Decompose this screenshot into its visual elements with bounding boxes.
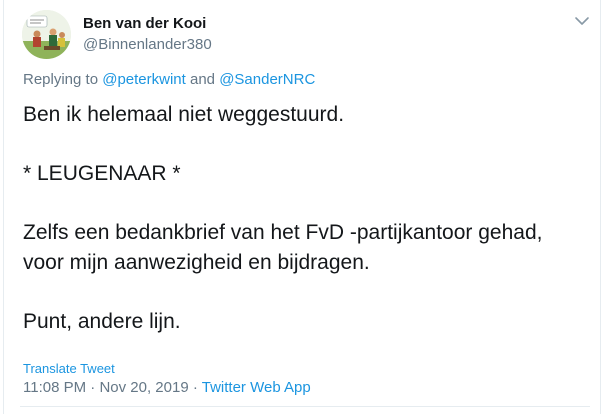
reply-mention-1[interactable]: @peterkwint [102,71,186,88]
author-name[interactable]: Ben van der Kooi [83,15,206,32]
author-handle[interactable]: @Binnenlander380 [83,36,212,53]
tweet-time[interactable]: 11:08 PM [23,379,86,396]
translate-tweet-link[interactable]: Translate Tweet [23,361,115,376]
divider [20,406,590,407]
tweet-line: Ben ik helemaal niet weggestuurd. [23,103,345,126]
avatar[interactable] [22,10,71,59]
tweet-line: Zelfs een bedankbrief van het FvD -parti… [23,221,543,244]
chevron-down-icon[interactable] [574,14,590,26]
source-app-link[interactable]: Twitter Web App [202,379,311,396]
tweet-meta: 11:08 PM · Nov 20, 2019 · Twitter Web Ap… [23,379,311,396]
replying-and: and [189,71,216,88]
meta-separator: · [90,379,96,396]
meta-separator: · [192,379,198,396]
reply-mention-2[interactable]: @SanderNRC [219,71,315,88]
replying-prefix: Replying to [23,71,99,88]
tweet-line: * LEUGENAAR * [23,162,181,185]
tweet-line: Punt, andere lijn. [23,309,181,333]
tweet-card: Ben van der Kooi @Binnenlander380 Replyi… [3,0,601,414]
tweet-text: Ben ik helemaal niet weggestuurd. * LEUG… [23,100,593,336]
replying-to: Replying to @peterkwint and @SanderNRC [23,71,315,88]
tweet-date[interactable]: Nov 20, 2019 [99,379,188,396]
avatar-image [22,10,71,59]
tweet-line: voor mijn aanwezigheid en bijdragen. [23,250,370,274]
